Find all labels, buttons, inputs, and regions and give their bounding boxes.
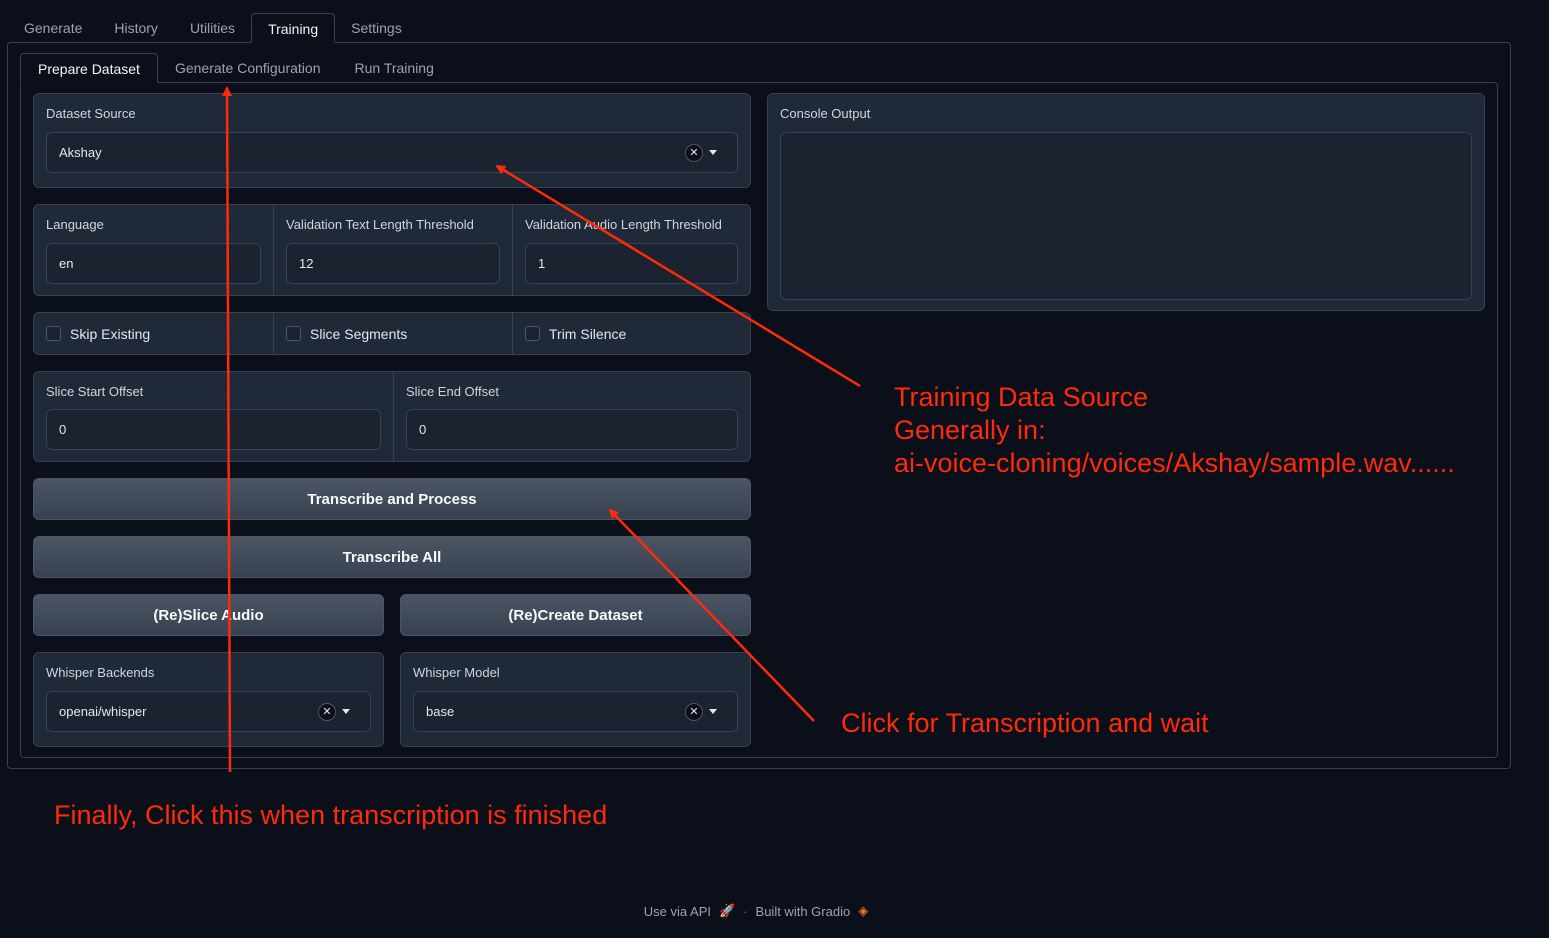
chevron-down-icon[interactable] <box>709 709 717 714</box>
dataset-source-label: Dataset Source <box>46 106 136 121</box>
chevron-down-icon[interactable] <box>709 150 717 155</box>
skip-existing-label: Skip Existing <box>70 325 151 342</box>
transcribe-all-button[interactable]: Transcribe All <box>33 536 751 578</box>
annotation-source-line2: Generally in: <box>894 415 1046 445</box>
slice-segments-checkbox[interactable] <box>286 326 301 341</box>
clear-icon[interactable]: ✕ <box>685 702 703 721</box>
tab-training[interactable]: Training <box>251 13 336 43</box>
console-output-textarea[interactable] <box>780 132 1472 300</box>
validation-audio-label: Validation Audio Length Threshold <box>525 217 722 232</box>
use-via-api-link[interactable]: Use via API <box>644 904 711 919</box>
tab-generate[interactable]: Generate <box>8 13 98 43</box>
annotation-source-line3: ai-voice-cloning/voices/Akshay/sample.wa… <box>894 448 1455 478</box>
clear-icon[interactable]: ✕ <box>318 702 336 721</box>
whisper-model-dropdown[interactable]: base ✕ <box>413 691 738 732</box>
slice-start-cell: Slice Start Offset 0 <box>34 372 393 461</box>
clear-icon[interactable]: ✕ <box>685 143 703 162</box>
language-input[interactable]: en <box>46 243 261 284</box>
rocket-icon: 🚀 <box>719 903 736 918</box>
tab-settings[interactable]: Settings <box>335 13 418 43</box>
tab-prepare-dataset[interactable]: Prepare Dataset <box>20 53 158 83</box>
slice-offset-block: Slice Start Offset 0 Slice End Offset 0 <box>33 371 751 462</box>
whisper-backends-dropdown[interactable]: openai/whisper ✕ <box>46 691 371 732</box>
tab-run-training[interactable]: Run Training <box>338 53 451 83</box>
tab-utilities[interactable]: Utilities <box>174 13 251 43</box>
tab-history[interactable]: History <box>98 13 174 43</box>
chevron-down-icon[interactable] <box>342 709 350 714</box>
skip-existing-checkbox[interactable] <box>46 326 61 341</box>
trim-silence-checkbox[interactable] <box>525 326 540 341</box>
top-tab-bar: Generate History Utilities Training Sett… <box>8 13 418 43</box>
slice-end-label: Slice End Offset <box>406 384 499 399</box>
annotation-finally: Finally, Click this when transcription i… <box>54 800 608 830</box>
reslice-audio-button[interactable]: (Re)Slice Audio <box>33 594 384 636</box>
built-with-gradio-link[interactable]: Built with Gradio <box>756 904 851 919</box>
whisper-backends-block: Whisper Backends openai/whisper ✕ <box>33 652 384 747</box>
validation-audio-input[interactable]: 1 <box>525 243 738 284</box>
whisper-model-block: Whisper Model base ✕ <box>400 652 751 747</box>
slice-start-label: Slice Start Offset <box>46 384 144 399</box>
trim-silence-label: Trim Silence <box>549 325 627 342</box>
sub-tab-bar: Prepare Dataset Generate Configuration R… <box>20 53 451 83</box>
options-block: Skip Existing Slice Segments Trim Silenc… <box>33 312 751 355</box>
whisper-model-label: Whisper Model <box>413 665 500 680</box>
gradio-logo-icon: ◈ <box>858 903 869 918</box>
validation-text-label: Validation Text Length Threshold <box>286 217 474 232</box>
slice-end-cell: Slice End Offset 0 <box>393 372 750 461</box>
slice-segments-label: Slice Segments <box>310 325 408 342</box>
recreate-dataset-button[interactable]: (Re)Create Dataset <box>400 594 751 636</box>
slice-end-input[interactable]: 0 <box>406 409 738 450</box>
console-output-label: Console Output <box>780 106 871 121</box>
language-label: Language <box>46 217 104 232</box>
whisper-backends-value: openai/whisper <box>59 704 147 719</box>
validation-text-input[interactable]: 12 <box>286 243 500 284</box>
validation-audio-cell: Validation Audio Length Threshold 1 <box>512 205 750 295</box>
dataset-source-value: Akshay <box>59 145 102 160</box>
slice-start-input[interactable]: 0 <box>46 409 381 450</box>
transcribe-and-process-button[interactable]: Transcribe and Process <box>33 478 751 520</box>
annotation-source-line1: Training Data Source <box>894 382 1149 412</box>
whisper-model-value: base <box>426 704 455 719</box>
footer-separator: · <box>743 903 748 919</box>
whisper-backends-label: Whisper Backends <box>46 665 155 680</box>
language-cell: Language en <box>34 205 273 295</box>
tab-generate-configuration[interactable]: Generate Configuration <box>158 53 338 83</box>
dataset-source-block: Dataset Source Akshay ✕ <box>33 93 751 188</box>
trim-silence-option[interactable]: Trim Silence <box>512 313 750 354</box>
dataset-source-dropdown[interactable]: Akshay ✕ <box>46 132 738 173</box>
language-threshold-block: Language en Validation Text Length Thres… <box>33 204 751 296</box>
footer: Use via API 🚀 · Built with Gradio ◈ <box>0 903 1512 919</box>
console-output-block: Console Output <box>767 93 1485 311</box>
skip-existing-option[interactable]: Skip Existing <box>34 313 273 354</box>
annotation-transcription: Click for Transcription and wait <box>841 708 1209 738</box>
validation-text-cell: Validation Text Length Threshold 12 <box>273 205 512 295</box>
slice-segments-option[interactable]: Slice Segments <box>273 313 512 354</box>
